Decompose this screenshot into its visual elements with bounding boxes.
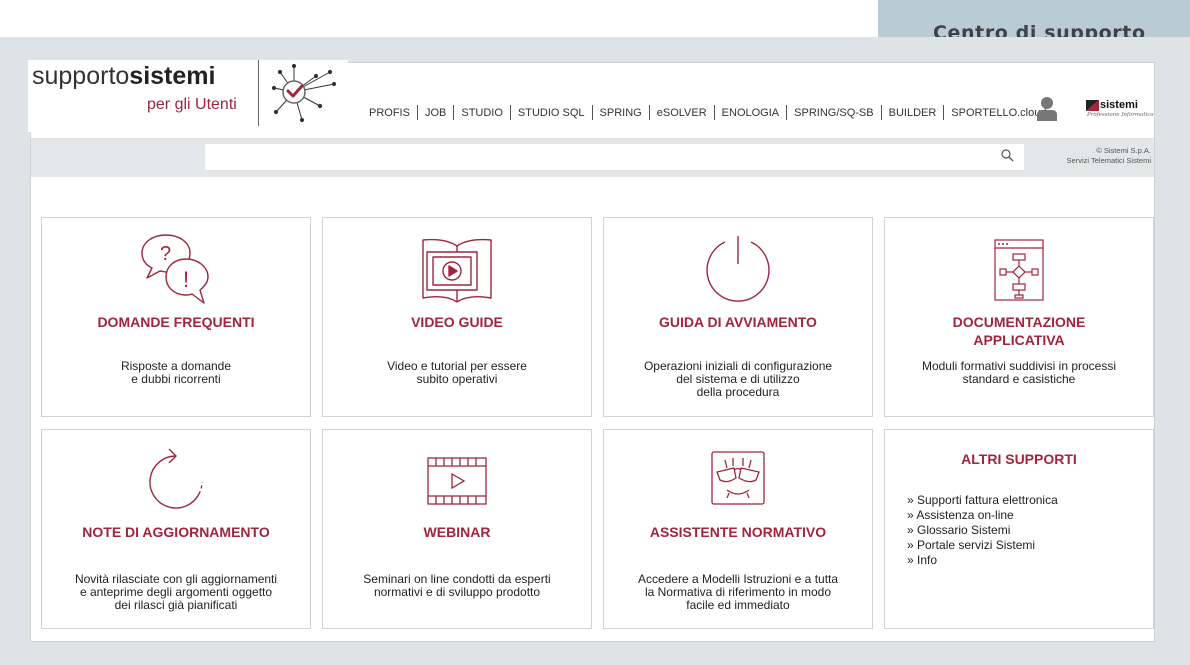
flowchart-window-icon <box>994 239 1044 301</box>
link-portale-servizi-sistemi[interactable]: » Portale servizi Sistemi <box>907 538 1058 553</box>
svg-text:!: ! <box>183 267 189 292</box>
card-note-di-aggiornamento[interactable]: NOTE DI AGGIORNAMENTO Novità rilasciate … <box>41 429 311 629</box>
card-domande-frequenti[interactable]: ? ! DOMANDE FREQUENTI Risposte a domande… <box>41 217 311 417</box>
power-icon <box>706 236 770 302</box>
refresh-arrow-icon <box>149 448 203 509</box>
film-play-icon <box>427 457 487 505</box>
card-description: Accedere a Modelli Istruzioni e a tutta l… <box>637 572 839 612</box>
card-title: DOMANDE FREQUENTI <box>97 314 255 330</box>
card-title: WEBINAR <box>423 524 491 540</box>
faq-bubbles-icon: ? ! <box>141 234 209 304</box>
search-bar: © Sistemi S.p.A. Servizi Telematici Sist… <box>31 138 1154 177</box>
card-documentazione-applicativa[interactable]: DOCUMENTAZIONE APPLICATIVA Moduli formati… <box>884 217 1154 417</box>
nav-item-spring-sq-sb[interactable]: SPRING/SQ-SB <box>787 107 880 119</box>
nav-item-spring[interactable]: SPRING <box>593 107 649 119</box>
logo-wordmark: supportosistemi <box>32 62 216 90</box>
site-logo[interactable]: supportosistemi per gli Utenti <box>28 60 348 132</box>
sistemi-mark-icon <box>1086 100 1099 111</box>
checkmark-burst-icon <box>272 63 336 123</box>
card-title: GUIDA DI AVVIAMENTO <box>659 314 817 330</box>
nav-item-studio[interactable]: STUDIO <box>454 107 510 119</box>
card-title: DOCUMENTAZIONE APPLICATIVA <box>952 314 1086 348</box>
product-nav: PROFIS JOB STUDIO STUDIO SQL SPRING eSOL… <box>369 105 1053 120</box>
card-description: Novità rilasciate con gli aggiornamenti e… <box>74 572 278 612</box>
card-title: ASSISTENTE NORMATIVO <box>649 524 827 540</box>
link-supporti-fattura-elettronica[interactable]: » Supporti fattura elettronica <box>907 493 1058 508</box>
user-icon[interactable] <box>1036 96 1058 122</box>
logo-divider <box>258 60 259 126</box>
nav-item-profis[interactable]: PROFIS <box>369 107 417 119</box>
card-assistente-normativo[interactable]: ASSISTENTE NORMATIVO Accedere a Modelli … <box>603 429 873 629</box>
card-description: Moduli formativi suddivisi in processi st… <box>921 359 1117 386</box>
link-assistenza-on-line[interactable]: » Assistenza on-line <box>907 508 1058 523</box>
support-links-list: » Supporti fattura elettronica » Assiste… <box>907 493 1058 568</box>
search-icon[interactable] <box>1001 149 1014 162</box>
video-book-icon <box>422 238 492 303</box>
brand-tagline: Professione Informatica <box>1087 112 1154 118</box>
copyright-text: © Sistemi S.p.A. Servizi Telematici Sist… <box>1066 146 1151 165</box>
card-description: Risposte a domande e dubbi ricorrenti <box>120 359 232 386</box>
nav-item-enologia[interactable]: ENOLOGIA <box>715 107 786 119</box>
logo-subtitle: per gli Utenti <box>147 96 237 113</box>
nav-item-builder[interactable]: BUILDER <box>882 107 944 119</box>
link-glossario-sistemi[interactable]: » Glossario Sistemi <box>907 523 1058 538</box>
search-input[interactable] <box>205 144 1024 170</box>
svg-text:?: ? <box>160 243 171 265</box>
card-altri-supporti: ALTRI SUPPORTI » Supporti fattura elettr… <box>884 429 1154 629</box>
sistemi-brand-logo[interactable]: sistemi Professione Informatica <box>1085 99 1154 121</box>
card-webinar[interactable]: WEBINAR Seminari on line condotti da esp… <box>322 429 592 629</box>
card-title: NOTE DI AGGIORNAMENTO <box>82 524 270 540</box>
card-title: ALTRI SUPPORTI <box>961 451 1077 467</box>
card-description: Seminari on line condotti da esperti norm… <box>363 572 551 599</box>
card-description: Operazioni iniziali di configurazione del… <box>643 359 833 399</box>
brand-name: sistemi <box>1100 99 1138 111</box>
card-video-guide[interactable]: VIDEO GUIDE Video e tutorial per essere s… <box>322 217 592 417</box>
nav-item-job[interactable]: JOB <box>418 107 453 119</box>
link-info[interactable]: » Info <box>907 553 1058 568</box>
nav-item-studio-sql[interactable]: STUDIO SQL <box>511 107 592 119</box>
card-title: VIDEO GUIDE <box>411 314 503 330</box>
card-description: Video e tutorial per essere subito operat… <box>387 359 527 386</box>
glasses-assistant-icon <box>711 451 765 505</box>
card-guida-di-avviamento[interactable]: GUIDA DI AVVIAMENTO Operazioni iniziali … <box>603 217 873 417</box>
nav-item-esolver[interactable]: eSOLVER <box>650 107 714 119</box>
